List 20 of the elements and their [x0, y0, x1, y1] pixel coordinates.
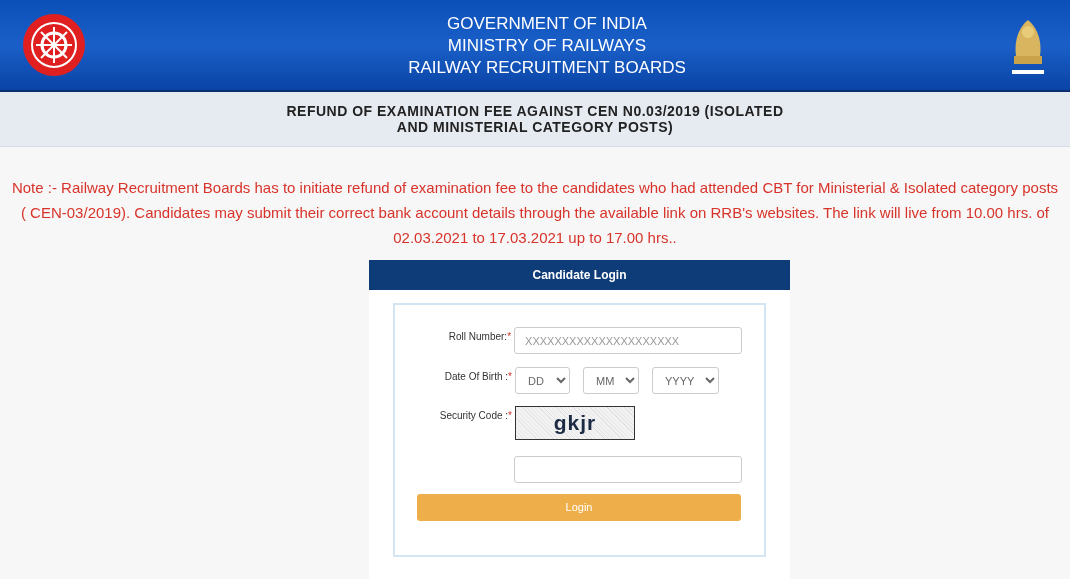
page-title: AND MINISTERIAL CATEGORY POSTS)	[396, 119, 674, 135]
header-text: MINISTRY OF RAILWAYS	[447, 35, 647, 57]
date-select[interactable]: YYYY	[652, 367, 719, 394]
card-title: Candidate Login	[532, 267, 627, 284]
required-mark: *	[508, 409, 512, 423]
field-label: Security Code :	[439, 409, 509, 423]
roll-number-field[interactable]: XXXXXXXXXXXXXXXXXXXXX	[514, 327, 742, 354]
note-text: Note :- Railway Recruitment Boards has to initiate refund of examination fee to the candidates who had attended CBT for Ministerial & Isolated category posts ( CEN-03/2019). Candidates may submit their correct bank account details through the available link on RRB's websites. The link will live from 10.00 hrs. of 02.03.2021 to 17.03.2021 up to 17.00 hrs..	[10, 178, 1060, 248]
railway-emblem-icon	[22, 13, 86, 77]
captcha-text: gkjr	[553, 410, 597, 437]
page-title: REFUND OF EXAMINATION FEE AGAINST CEN N0.03/2019 (ISOLATED	[286, 103, 784, 119]
header-text: RAILWAY RECRUITMENT BOARDS	[408, 57, 686, 79]
date-select[interactable]: DD	[515, 367, 570, 394]
header-text: GOVERNMENT OF INDIA	[447, 13, 647, 35]
required-mark: *	[507, 330, 512, 344]
required-mark: *	[508, 370, 512, 384]
field-label: Date Of Birth :	[444, 370, 509, 384]
security-code-field[interactable]	[514, 456, 742, 483]
field-label: Roll Number:	[448, 330, 508, 344]
date-select[interactable]: MM	[583, 367, 639, 394]
